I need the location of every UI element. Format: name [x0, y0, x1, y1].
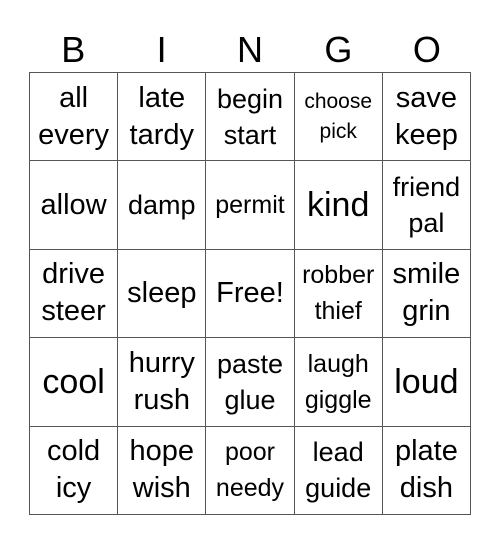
cell-word: wish: [132, 472, 191, 505]
cell-word: hope: [129, 435, 195, 468]
bingo-cell[interactable]: loud: [382, 338, 471, 427]
bingo-cell[interactable]: friend pal: [382, 161, 471, 250]
header-letter-i: I: [156, 29, 167, 70]
header-letter-b: B: [61, 29, 86, 70]
cell-word: drive: [42, 258, 106, 291]
cell-word: cool: [42, 362, 105, 401]
cell-word: damp: [128, 190, 196, 221]
bingo-cell[interactable]: hurry rush: [118, 338, 207, 427]
cell-word: keep: [394, 118, 458, 151]
cell-word: allow: [40, 188, 107, 221]
cell-word: start: [223, 119, 277, 150]
cell-word: every: [38, 118, 110, 151]
cell-word: steer: [41, 295, 106, 328]
cell-word: needy: [215, 474, 285, 503]
cell-word: save: [395, 81, 458, 114]
cell-word: laugh: [307, 349, 369, 378]
header-letter-g: G: [324, 29, 353, 70]
cell-word: permit: [215, 191, 285, 220]
cell-word: grin: [402, 295, 451, 328]
cell-word: paste: [216, 348, 284, 379]
bingo-cell[interactable]: all every: [30, 73, 119, 162]
cell-word: glue: [224, 384, 276, 415]
cell-word: cold: [46, 435, 101, 468]
bingo-cell[interactable]: lead guide: [294, 426, 383, 515]
bingo-header: B I N G O: [29, 28, 471, 72]
bingo-cell[interactable]: sleep: [118, 249, 207, 339]
bingo-cell[interactable]: permit: [206, 161, 295, 250]
cell-word: guide: [305, 473, 372, 504]
cell-word: loud: [394, 362, 459, 401]
header-letter-n: N: [237, 29, 264, 70]
cell-word: pick: [319, 119, 357, 143]
bingo-cell[interactable]: damp: [118, 161, 207, 250]
bingo-cell[interactable]: cold icy: [30, 426, 119, 515]
cell-word: all: [59, 81, 89, 114]
bingo-cell[interactable]: paste glue: [206, 338, 295, 427]
bingo-cell[interactable]: begin start: [206, 73, 295, 162]
bingo-cell[interactable]: late tardy: [118, 73, 207, 162]
bingo-cell[interactable]: plate dish: [382, 426, 471, 515]
free-label: Free!: [216, 276, 284, 309]
cell-word: begin: [216, 83, 284, 114]
cell-word: friend: [392, 172, 461, 203]
bingo-cell[interactable]: poor needy: [206, 426, 295, 515]
cell-word: hurry: [128, 346, 195, 379]
bingo-cell[interactable]: laugh giggle: [294, 338, 383, 427]
bingo-cell[interactable]: allow: [30, 161, 119, 250]
cell-word: tardy: [129, 118, 195, 151]
bingo-grid: all every late tardy begin start choose pick…: [29, 72, 471, 515]
cell-word: pal: [408, 208, 445, 239]
cell-word: late: [138, 81, 186, 114]
bingo-cell[interactable]: cool: [30, 338, 119, 427]
cell-word: plate: [394, 435, 458, 468]
cell-word: robber: [302, 261, 375, 290]
cell-word: thief: [314, 297, 362, 326]
cell-word: sleep: [127, 276, 197, 309]
free-space[interactable]: Free!: [206, 249, 295, 339]
bingo-cell[interactable]: drive steer: [30, 249, 119, 339]
cell-word: poor: [224, 438, 276, 467]
cell-word: kind: [307, 186, 370, 225]
bingo-cell[interactable]: robber thief: [294, 249, 383, 339]
cell-word: smile: [392, 258, 461, 291]
cell-word: dish: [399, 472, 453, 505]
cell-word: giggle: [304, 385, 372, 414]
bingo-cell[interactable]: kind: [294, 161, 383, 250]
bingo-cell[interactable]: hope wish: [118, 426, 207, 515]
header-letter-o: O: [412, 29, 441, 70]
bingo-cell[interactable]: smile grin: [382, 249, 471, 339]
cell-word: choose: [304, 89, 373, 113]
bingo-cell[interactable]: choose pick: [294, 73, 383, 162]
bingo-cell[interactable]: save keep: [382, 73, 471, 162]
cell-word: lead: [312, 437, 364, 468]
cell-word: rush: [133, 383, 190, 416]
cell-word: icy: [55, 472, 92, 505]
